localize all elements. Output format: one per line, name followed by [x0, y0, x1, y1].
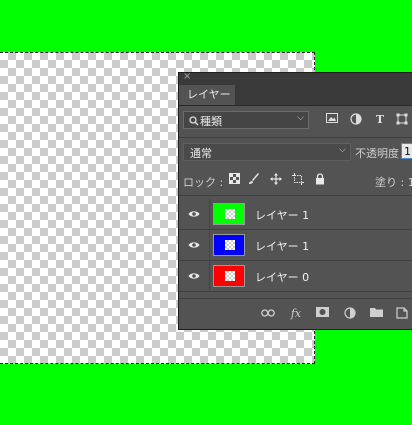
search-icon	[189, 116, 199, 126]
lock-transparent-pixels-icon[interactable]	[227, 173, 241, 187]
layers-panel: × レイヤー 種類 ⌵ T 通常 ⌵ 不透明度 : 1 ロック: 塗り: 1…	[178, 71, 412, 330]
layer-filter-row: 種類 ⌵ T	[179, 111, 412, 133]
eye-icon	[188, 211, 200, 217]
new-layer-icon[interactable]	[395, 307, 409, 321]
transparency-icon	[225, 209, 235, 219]
add-mask-icon[interactable]	[315, 307, 329, 321]
lock-all-icon[interactable]	[313, 173, 327, 187]
layer-thumbnail	[213, 234, 245, 256]
shape-filter-icon[interactable]	[395, 113, 409, 127]
layer-list: レイヤー 1 レイヤー 1 レイヤー 0	[179, 199, 412, 292]
link-layers-icon[interactable]	[261, 307, 275, 321]
lock-artboard-icon[interactable]	[291, 173, 305, 187]
image-filter-icon[interactable]	[325, 113, 339, 127]
lock-row: ロック : 塗り : 1	[179, 171, 412, 191]
layer-name: レイヤー 0	[255, 271, 310, 284]
visibility-toggle[interactable]	[179, 199, 210, 229]
layer-row[interactable]: レイヤー 1	[179, 230, 412, 261]
panel-title-strip[interactable]: ×	[179, 71, 412, 85]
lock-label: ロック :	[183, 176, 224, 189]
layer-thumbnail	[213, 203, 245, 225]
selection-marquee-bottom	[0, 363, 315, 364]
divider	[179, 195, 412, 196]
blend-row: 通常 ⌵ 不透明度 : 1	[179, 143, 412, 163]
transparency-icon	[225, 271, 235, 281]
adjustment-filter-icon[interactable]	[349, 113, 363, 127]
fx-icon[interactable]: fx	[289, 307, 303, 321]
lock-position-icon[interactable]	[269, 173, 283, 187]
filter-kind-select[interactable]: 種類 ⌵	[183, 111, 309, 129]
layer-name: レイヤー 1	[255, 240, 310, 253]
type-filter-icon[interactable]: T	[373, 113, 387, 127]
tab-layers[interactable]: レイヤー	[179, 85, 235, 105]
transparency-icon	[225, 240, 235, 250]
blend-mode-select[interactable]: 通常 ⌵	[183, 143, 351, 161]
selection-marquee-top	[0, 52, 315, 53]
visibility-toggle[interactable]	[179, 230, 210, 260]
blend-mode-label: 通常	[190, 147, 212, 160]
eye-icon	[188, 242, 200, 248]
panel-bottom-toolbar: fx	[179, 298, 412, 329]
folder-icon[interactable]	[369, 307, 383, 321]
panel-tabbar: レイヤー	[179, 85, 412, 106]
layer-thumbnail	[213, 265, 245, 287]
chevron-down-icon: ⌵	[297, 113, 304, 123]
opacity-label: 不透明度 :	[355, 147, 407, 160]
lock-image-pixels-icon[interactable]	[247, 173, 261, 187]
layer-name: レイヤー 1	[255, 209, 310, 222]
close-icon[interactable]: ×	[183, 71, 191, 82]
filter-kind-label: 種類	[200, 115, 222, 128]
opacity-input[interactable]: 1	[401, 143, 412, 159]
layer-row[interactable]: レイヤー 1	[179, 199, 412, 230]
eye-icon	[188, 273, 200, 279]
visibility-toggle[interactable]	[179, 261, 210, 291]
new-adjustment-layer-icon[interactable]	[343, 307, 357, 321]
divider	[179, 137, 412, 138]
fill-label: 塗り : 1	[375, 176, 412, 189]
chevron-down-icon: ⌵	[339, 145, 346, 155]
layer-row[interactable]: レイヤー 0	[179, 261, 412, 292]
